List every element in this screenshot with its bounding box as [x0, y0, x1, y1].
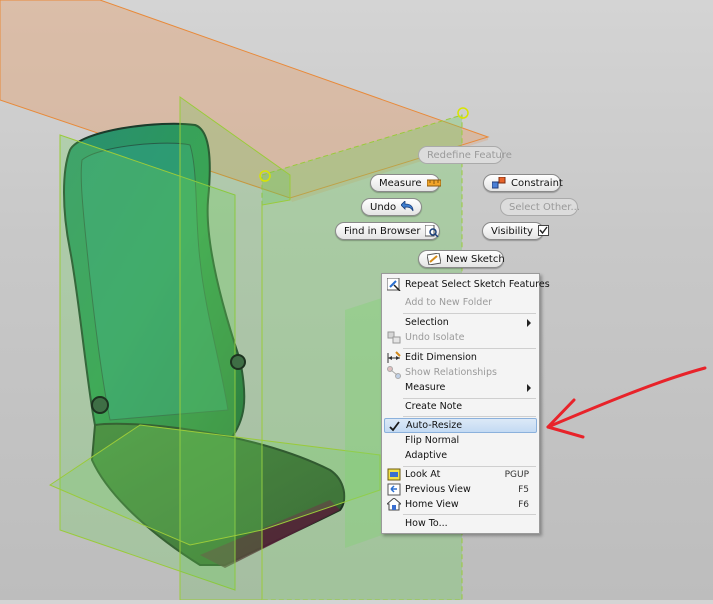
menu-item-label: Auto-Resize [406, 420, 463, 431]
new-sketch-label: New Sketch [446, 253, 505, 265]
menu-item-undo-isolate[interactable]: Undo Isolate [384, 330, 537, 345]
menu-item-selection[interactable]: Selection [384, 315, 537, 330]
sketch-select-icon [386, 277, 401, 292]
menu-item-label: Adaptive [405, 450, 448, 461]
menu-item-measure[interactable]: Measure [384, 380, 537, 395]
menu-item-edit-dimension[interactable]: Edit Dimension [384, 350, 537, 365]
select-other-button[interactable]: Select Other... [500, 198, 581, 216]
menu-item-label: Show Relationships [405, 367, 497, 378]
new-sketch-icon [426, 252, 442, 266]
menu-item-label: Undo Isolate [405, 332, 465, 343]
menu-separator [403, 313, 536, 314]
menu-item-label: Add to New Folder [405, 297, 493, 308]
scene-graphics [0, 0, 707, 601]
menu-item-shortcut: F6 [518, 499, 529, 510]
menu-separator [403, 514, 536, 515]
menu-item-label: Measure [405, 382, 446, 393]
find-in-browser-button[interactable]: Find in Browser [335, 222, 440, 240]
isolate-icon [387, 331, 401, 344]
previous-view-icon [387, 483, 401, 496]
menu-item-label: Edit Dimension [405, 352, 477, 363]
visibility-checkbox-icon [537, 225, 550, 237]
menu-item-shortcut: F5 [518, 484, 529, 495]
measure-icon [426, 177, 441, 189]
menu-separator [403, 416, 536, 417]
new-sketch-button[interactable]: New Sketch [418, 250, 505, 268]
measure-button[interactable]: Measure [370, 174, 441, 192]
menu-item-label: Previous View [405, 484, 471, 495]
menu-item-shortcut: PGUP [504, 469, 529, 480]
look-at-icon [387, 468, 401, 481]
menu-item-label: Flip Normal [405, 435, 460, 446]
pivot-knob-right [230, 354, 246, 370]
redefine-feature-label: Redefine Feature [427, 149, 512, 161]
work-plane-right[interactable] [345, 298, 382, 548]
menu-item-label: Repeat Select Sketch Features [405, 279, 550, 290]
submenu-arrow-icon [527, 383, 531, 392]
find-in-browser-label: Find in Browser [344, 225, 421, 237]
menu-item-how-to[interactable]: How To... [384, 516, 537, 531]
menu-item-label: Look At [405, 469, 441, 480]
constraint-button[interactable]: Constraint [483, 174, 563, 192]
menu-item-label: How To... [405, 518, 448, 529]
menu-item-repeat-select-sketch-features[interactable]: Repeat Select Sketch Features [384, 277, 550, 292]
visibility-button[interactable]: Visibility [482, 222, 549, 240]
menu-item-look-at[interactable]: Look At PGUP [384, 467, 537, 482]
menu-item-adaptive[interactable]: Adaptive [384, 448, 537, 463]
constraint-label: Constraint [511, 177, 563, 189]
select-other-label: Select Other... [509, 201, 581, 213]
home-view-icon [385, 497, 403, 511]
sketch-point-1[interactable] [457, 107, 469, 119]
menu-item-auto-resize[interactable]: Auto-Resize [384, 418, 537, 433]
find-in-browser-icon [424, 224, 440, 238]
3d-viewport[interactable]: Redefine Feature Measure Constraint Undo… [0, 0, 713, 601]
menu-item-label: Create Note [405, 401, 463, 412]
measure-label: Measure [379, 177, 422, 189]
undo-button[interactable]: Undo [361, 198, 422, 216]
undo-label: Undo [370, 201, 397, 213]
relationships-icon [387, 366, 401, 379]
redefine-feature-button[interactable]: Redefine Feature [418, 146, 512, 164]
menu-item-show-relationships[interactable]: Show Relationships [384, 365, 537, 380]
constraint-icon [491, 176, 506, 189]
menu-item-previous-view[interactable]: Previous View F5 [384, 482, 537, 497]
submenu-arrow-icon [527, 318, 531, 327]
pivot-knob-left [91, 396, 109, 414]
visibility-label: Visibility [491, 225, 533, 237]
undo-arrow-icon [400, 200, 415, 213]
menu-item-home-view[interactable]: Home View F6 [384, 497, 537, 512]
annotation-arrow [546, 366, 707, 439]
menu-item-label: Selection [405, 317, 449, 328]
checkmark-icon [388, 420, 402, 433]
menu-item-add-to-new-folder[interactable]: Add to New Folder [384, 295, 537, 310]
menu-item-flip-normal[interactable]: Flip Normal [384, 433, 537, 448]
menu-item-create-note[interactable]: Create Note [384, 399, 537, 414]
menu-separator [403, 348, 536, 349]
context-menu: Repeat Select Sketch Features Add to New… [381, 273, 550, 534]
menu-item-label: Home View [405, 499, 459, 510]
dimension-icon [387, 351, 401, 364]
